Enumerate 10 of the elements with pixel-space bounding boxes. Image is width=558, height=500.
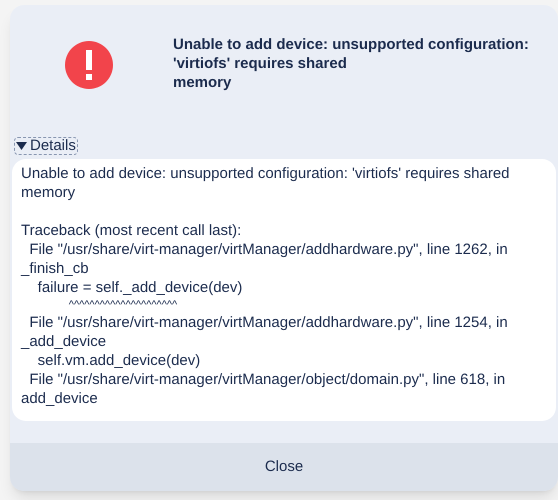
error-message: Unable to add device: unsupported configuration: 'virtiofs' requires shared memory <box>173 35 529 92</box>
error-marker-line: ^^^^^^^^^^^^^^^^^^^^^ <box>68 298 178 313</box>
close-button[interactable]: Close <box>10 443 558 491</box>
error-detail-text: Unable to add device: unsupported configuration: 'virtiofs' requires shared memory <box>21 164 511 202</box>
traceback-line: Traceback (most recent call last): <box>21 221 242 240</box>
traceback-line: self.vm.add_device(dev) <box>36 351 202 370</box>
error-icon <box>65 41 113 89</box>
traceback-line: failure = self._add_device(dev) <box>36 278 244 297</box>
details-expander[interactable]: Details <box>14 137 78 155</box>
traceback-line: File "/usr/share/virt-manager/virtManager/object/domain.py", line 618, in add_device <box>21 370 506 408</box>
